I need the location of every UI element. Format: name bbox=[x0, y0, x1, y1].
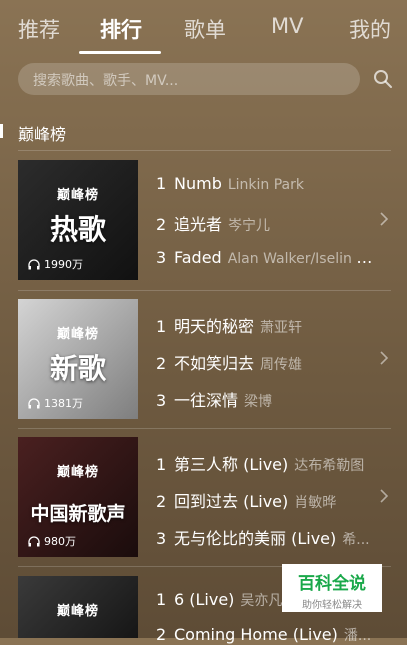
chart-cover-new[interactable]: 巅峰榜 新歌 1381万 bbox=[18, 299, 138, 419]
tab-ranking[interactable]: 排行 bbox=[100, 14, 142, 44]
song-row[interactable]: 3 无与伦比的美丽 (Live) 希... bbox=[156, 525, 376, 549]
chart-title: 热歌 bbox=[49, 213, 106, 246]
section-title: 巅峰榜 bbox=[18, 125, 67, 144]
chart-cover-4[interactable]: 巅峰榜 bbox=[18, 576, 138, 638]
play-count: 1381万 bbox=[28, 395, 83, 411]
chart-title: 中国新歌声 bbox=[30, 503, 126, 525]
tab-recommend[interactable]: 推荐 bbox=[18, 14, 60, 44]
play-count: 980万 bbox=[28, 533, 76, 549]
chart-badge: 巅峰榜 bbox=[56, 188, 99, 203]
play-count: 1990万 bbox=[28, 256, 83, 272]
song-row[interactable]: 2 追光者 岑宁儿 bbox=[156, 211, 376, 235]
headphones-icon bbox=[28, 397, 40, 408]
tab-mv[interactable]: MV bbox=[271, 14, 303, 38]
search-icon[interactable] bbox=[373, 69, 393, 89]
chart-cover-hot[interactable]: 巅峰榜 热歌 1990万 bbox=[18, 160, 138, 280]
song-row[interactable]: 1 明天的秘密 萧亚轩 bbox=[156, 313, 376, 337]
headphones-icon bbox=[28, 258, 40, 269]
watermark-logo: 百科全说 助你轻松解决 bbox=[282, 564, 382, 612]
active-tab-indicator bbox=[79, 51, 161, 54]
tab-playlists[interactable]: 歌单 bbox=[184, 14, 226, 44]
chart-badge: 巅峰榜 bbox=[56, 604, 99, 619]
tab-mine[interactable]: 我的 bbox=[349, 14, 391, 44]
chart-badge: 巅峰榜 bbox=[56, 327, 99, 342]
headphones-icon bbox=[28, 535, 40, 546]
song-row[interactable]: 3 Faded Alan Walker/Iselin S... bbox=[156, 248, 376, 267]
song-row[interactable]: 1 第三人称 (Live) 达布希勒图 bbox=[156, 451, 376, 475]
search-placeholder: 搜索歌曲、歌手、MV... bbox=[33, 73, 179, 89]
divider bbox=[18, 290, 391, 291]
song-row[interactable]: 2 Coming Home (Live) 潘... bbox=[156, 625, 376, 645]
divider bbox=[18, 428, 391, 429]
song-row[interactable]: 3 一往深情 梁博 bbox=[156, 387, 376, 411]
search-input[interactable]: 搜索歌曲、歌手、MV... bbox=[18, 63, 360, 95]
section-marker bbox=[0, 124, 3, 138]
chevron-right-icon[interactable] bbox=[379, 350, 389, 366]
chevron-right-icon[interactable] bbox=[379, 488, 389, 504]
top-tab-bar: 推荐 排行 歌单 MV 我的 bbox=[0, 0, 407, 56]
divider bbox=[18, 150, 391, 151]
chart-title: 新歌 bbox=[49, 352, 106, 385]
chart-badge: 巅峰榜 bbox=[56, 465, 99, 480]
chart-cover-sing-china[interactable]: 巅峰榜 中国新歌声 980万 bbox=[18, 437, 138, 557]
song-row[interactable]: 1 Numb Linkin Park bbox=[156, 174, 376, 193]
song-row[interactable]: 2 回到过去 (Live) 肖敏晔 bbox=[156, 488, 376, 512]
chevron-right-icon[interactable] bbox=[379, 211, 389, 227]
song-row[interactable]: 2 不如笑归去 周传雄 bbox=[156, 350, 376, 374]
